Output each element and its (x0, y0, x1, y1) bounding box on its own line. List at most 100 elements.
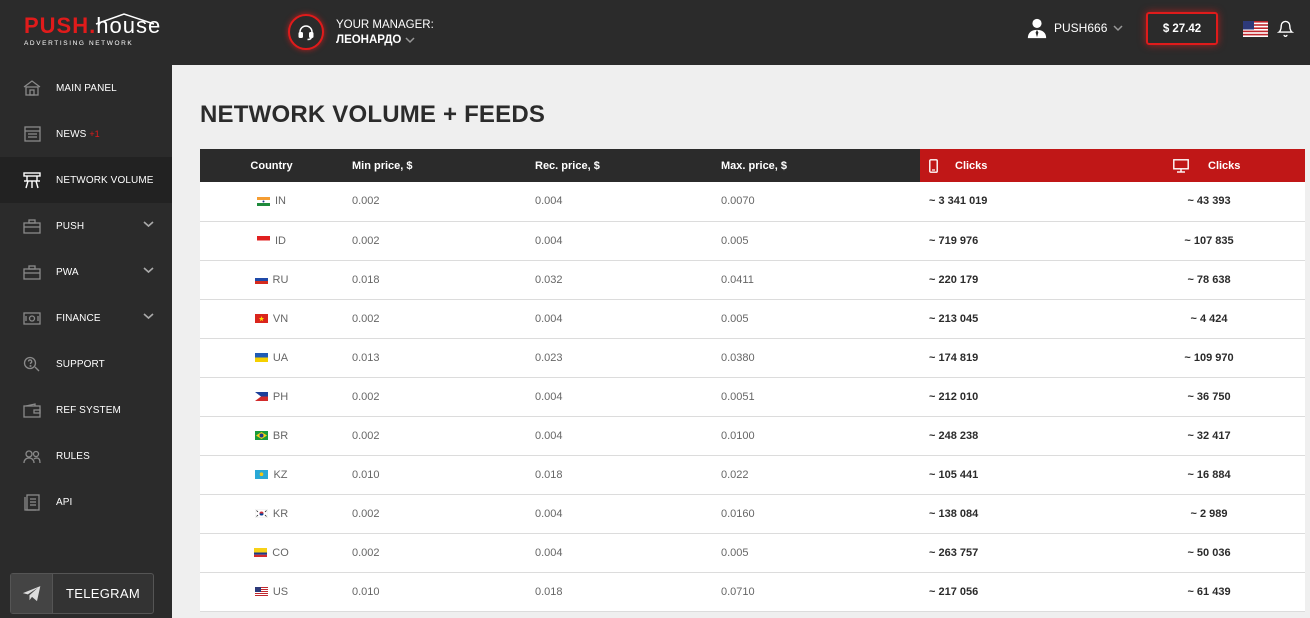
country-code: VN (272, 312, 289, 325)
sidebar-item-main-panel[interactable]: MAIN PANEL (0, 65, 172, 111)
bell-icon[interactable] (1277, 19, 1294, 38)
rec-price-cell: 0.004 (526, 416, 719, 456)
sidebar-item-ref-system[interactable]: REF SYSTEM (0, 387, 172, 433)
manager-name: ЛЕОНАРДО (336, 33, 402, 46)
mobile-clicks-cell: ~ 263 757 (920, 533, 1113, 573)
ph-flag-icon (254, 392, 268, 401)
column-header-rec-price[interactable]: Rec. price, $ (526, 149, 719, 182)
co-flag-icon (254, 548, 268, 557)
column-header-label: Max. price, $ (721, 159, 788, 172)
briefcase-icon (22, 262, 42, 282)
sidebar-item-push[interactable]: PUSH (0, 203, 172, 249)
desktop-clicks-cell: ~ 43 393 (1113, 182, 1305, 222)
top-header: PUSH.house ADVERTISING NETWORK YOUR MANA… (0, 0, 1310, 65)
desktop-clicks-cell: ~ 107 835 (1113, 221, 1305, 261)
sidebar-item-news[interactable]: NEWS +1 (0, 111, 172, 157)
min-price-cell: 0.010 (343, 455, 526, 495)
manager-block[interactable]: YOUR MANAGER: ЛЕОНАРДО (288, 12, 434, 52)
rec-price-cell: 0.004 (526, 221, 719, 261)
max-price-cell: 0.005 (719, 533, 920, 573)
support-icon (22, 354, 42, 374)
manager-name-dropdown[interactable]: ЛЕОНАРДО (336, 34, 434, 46)
us-flag-icon[interactable] (1243, 21, 1268, 37)
rec-price-cell: 0.018 (526, 572, 719, 612)
column-header-mobile-clicks[interactable]: Clicks (920, 149, 1113, 182)
country-cell: UA (200, 338, 343, 378)
min-price-cell: 0.013 (343, 338, 526, 378)
sidebar-item-network-volume[interactable]: NETWORK VOLUME (0, 157, 172, 203)
country-cell: KZ (200, 455, 343, 495)
table-row: VN 0.002 0.004 0.005 ~ 213 045 ~ 4 424 (200, 299, 1305, 339)
news-badge: +1 (89, 129, 100, 139)
table-row: RU 0.018 0.032 0.0411 ~ 220 179 ~ 78 638 (200, 260, 1305, 300)
logo-push-text: PUSH (24, 13, 90, 38)
country-code: KZ (273, 468, 288, 481)
desktop-clicks-cell: ~ 4 424 (1113, 299, 1305, 339)
ua-flag-icon (254, 353, 268, 362)
briefcase-icon (22, 216, 42, 236)
kz-flag-icon (255, 470, 269, 479)
column-header-label: Min price, $ (352, 159, 413, 172)
column-header-label: Clicks (955, 159, 988, 172)
table-row: PH 0.002 0.004 0.0051 ~ 212 010 ~ 36 750 (200, 377, 1305, 417)
max-price-cell: 0.0160 (719, 494, 920, 534)
table-row: CO 0.002 0.004 0.005 ~ 263 757 ~ 50 036 (200, 533, 1305, 573)
table-row: ID 0.002 0.004 0.005 ~ 719 976 ~ 107 835 (200, 221, 1305, 261)
mobile-clicks-cell: ~ 105 441 (920, 455, 1113, 495)
mobile-clicks-cell: ~ 212 010 (920, 377, 1113, 417)
sidebar-item-label: RULES (56, 450, 90, 462)
max-price-cell: 0.022 (719, 455, 920, 495)
chevron-down-icon (1113, 25, 1123, 32)
sidebar-item-pwa[interactable]: PWA (0, 249, 172, 295)
country-code: BR (272, 429, 289, 442)
sidebar-item-rules[interactable]: RULES (0, 433, 172, 479)
column-header-min-price[interactable]: Min price, $ (343, 149, 526, 182)
desktop-clicks-cell: ~ 61 439 (1113, 572, 1305, 612)
chevron-down-icon (143, 267, 154, 274)
country-cell: RU (200, 260, 343, 300)
table-header-row: Country Min price, $ Rec. price, $ Max. … (200, 149, 1305, 182)
country-cell: VN (200, 299, 343, 339)
mobile-clicks-cell: ~ 213 045 (920, 299, 1113, 339)
table-row: KR 0.002 0.004 0.0160 ~ 138 084 ~ 2 989 (200, 494, 1305, 534)
manager-label: YOUR MANAGER: (336, 18, 434, 31)
finance-icon (22, 308, 42, 328)
desktop-clicks-cell: ~ 2 989 (1113, 494, 1305, 534)
user-menu[interactable]: PUSH666 (1026, 17, 1123, 39)
desktop-clicks-cell: ~ 36 750 (1113, 377, 1305, 417)
user-icon (1027, 18, 1047, 39)
chevron-down-icon (143, 313, 154, 320)
min-price-cell: 0.002 (343, 533, 526, 573)
sidebar-item-support[interactable]: SUPPORT (0, 341, 172, 387)
country-cell: IN (200, 182, 343, 222)
logo-subtitle: ADVERTISING NETWORK (24, 40, 134, 47)
table-row: KZ 0.010 0.018 0.022 ~ 105 441 ~ 16 884 (200, 455, 1305, 495)
column-header-desktop-clicks[interactable]: Clicks (1113, 149, 1305, 182)
balance-button[interactable]: $ 27.42 (1146, 12, 1218, 45)
sidebar-item-finance[interactable]: FINANCE (0, 295, 172, 341)
telegram-button[interactable]: TELEGRAM (10, 573, 154, 614)
country-code: ID (275, 234, 286, 247)
rec-price-cell: 0.004 (526, 182, 719, 222)
country-cell: BR (200, 416, 343, 456)
column-header-country[interactable]: Country (200, 149, 343, 182)
push-house-logo[interactable]: PUSH.house ADVERTISING NETWORK (24, 13, 160, 54)
country-code: KR (272, 507, 289, 520)
rec-price-cell: 0.032 (526, 260, 719, 300)
max-price-cell: 0.0051 (719, 377, 920, 417)
max-price-cell: 0.0100 (719, 416, 920, 456)
in-flag-icon (257, 196, 270, 206)
sidebar-item-label: SUPPORT (56, 358, 105, 370)
column-header-max-price[interactable]: Max. price, $ (719, 149, 920, 182)
country-code: CO (272, 546, 289, 559)
vn-flag-icon (254, 314, 268, 323)
rec-price-cell: 0.004 (526, 494, 719, 534)
max-price-cell: 0.0710 (719, 572, 920, 612)
sidebar-item-label: NEWS (56, 128, 87, 140)
sidebar-item-api[interactable]: API (0, 479, 172, 525)
mobile-icon (929, 158, 938, 173)
country-code: IN (275, 195, 286, 208)
country-cell: US (200, 572, 343, 612)
username: PUSH666 (1054, 21, 1108, 35)
country-code: PH (272, 390, 289, 403)
